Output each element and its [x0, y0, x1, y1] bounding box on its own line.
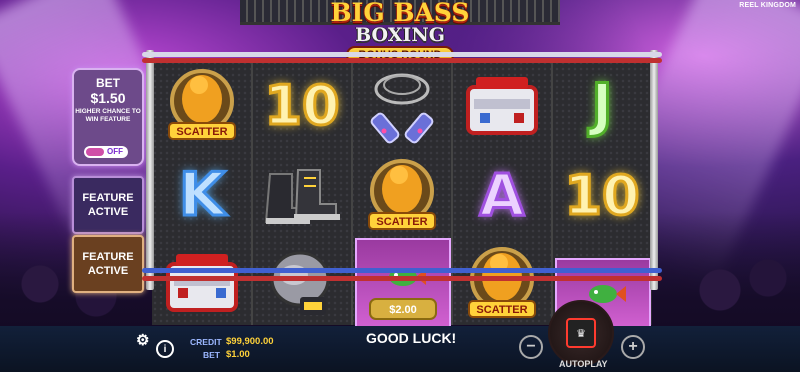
number-10-symbol: 10 [563, 162, 641, 228]
scatter-label: SCATTER [476, 304, 527, 316]
logo-line2: BOXING [355, 24, 445, 46]
reel-grid: SCATTER K 10 SCATTER $2.00 A SCATTER J 1… [152, 60, 652, 328]
info-icon[interactable]: i [156, 340, 174, 358]
bet-value: $1.00 [226, 349, 250, 360]
brand-label: REEL KINGDOM [739, 2, 796, 9]
settings-gear-icon[interactable]: ⚙ [136, 331, 149, 349]
autoplay-label[interactable]: AUTOPLAY [559, 359, 608, 369]
boxing-glove-symbol [255, 240, 349, 326]
tackle-box-symbol [455, 62, 549, 148]
credit-label: CREDIT [190, 337, 222, 347]
scatter-symbol: SCATTER [155, 62, 249, 148]
ring-rope [142, 276, 662, 281]
toggle-state: OFF [107, 147, 123, 156]
ante-bet-panel[interactable]: BET $1.50 HIGHER CHANCE TO WIN FEATURE O… [72, 68, 144, 166]
scatter-label: SCATTER [376, 216, 427, 228]
ante-bet-amount: $1.50 [90, 90, 126, 106]
reel-divider [251, 60, 253, 325]
reel-divider [451, 60, 453, 325]
ring-post [650, 50, 658, 290]
letter-k-symbol: K [177, 159, 226, 232]
reel-divider [351, 60, 353, 325]
boxing-ring: SCATTER K 10 SCATTER $2.00 A SCATTER J 1… [142, 50, 662, 328]
ring-rope [142, 268, 662, 273]
feature-active-badge-1: FEATURE ACTIVE [72, 176, 144, 234]
scatter-symbol: SCATTER [355, 152, 449, 238]
fish-money-symbol: $2.00 [355, 238, 451, 328]
logo-line1: BIG BASS [330, 0, 470, 27]
letter-a-symbol: A [478, 160, 526, 231]
letter-j-symbol: J [590, 70, 615, 141]
tackle-box-symbol [155, 240, 249, 326]
ante-bet-title: BET [96, 76, 120, 90]
scatter-label: SCATTER [176, 126, 227, 138]
credit-value: $99,900.00 [226, 336, 274, 347]
ante-bet-toggle[interactable]: OFF [84, 146, 128, 158]
ring-rope [142, 52, 662, 57]
bet-increase-button[interactable]: + [621, 335, 645, 359]
money-value-label: $2.00 [389, 304, 417, 316]
bet-label: BET [203, 350, 220, 360]
spin-button[interactable]: ♛ [548, 300, 614, 366]
number-10-symbol: 10 [263, 72, 341, 138]
bet-decrease-button[interactable]: − [519, 335, 543, 359]
ring-post [146, 50, 154, 290]
feature-active-badge-2: FEATURE ACTIVE [72, 235, 144, 293]
jump-rope-symbol [355, 62, 449, 148]
boots-symbol [255, 152, 349, 238]
toggle-knob [86, 148, 104, 156]
scatter-symbol: SCATTER [455, 240, 549, 326]
autoplay-icon: ♛ [566, 318, 596, 348]
game-stage: REEL KINGDOM BIG BASS BOXING BONUS ROUND… [0, 0, 800, 372]
ante-bet-note: HIGHER CHANCE TO WIN FEATURE [75, 108, 141, 123]
status-message: GOOD LUCK! [366, 330, 457, 346]
reel-divider [551, 60, 553, 325]
ring-rope [142, 58, 662, 63]
